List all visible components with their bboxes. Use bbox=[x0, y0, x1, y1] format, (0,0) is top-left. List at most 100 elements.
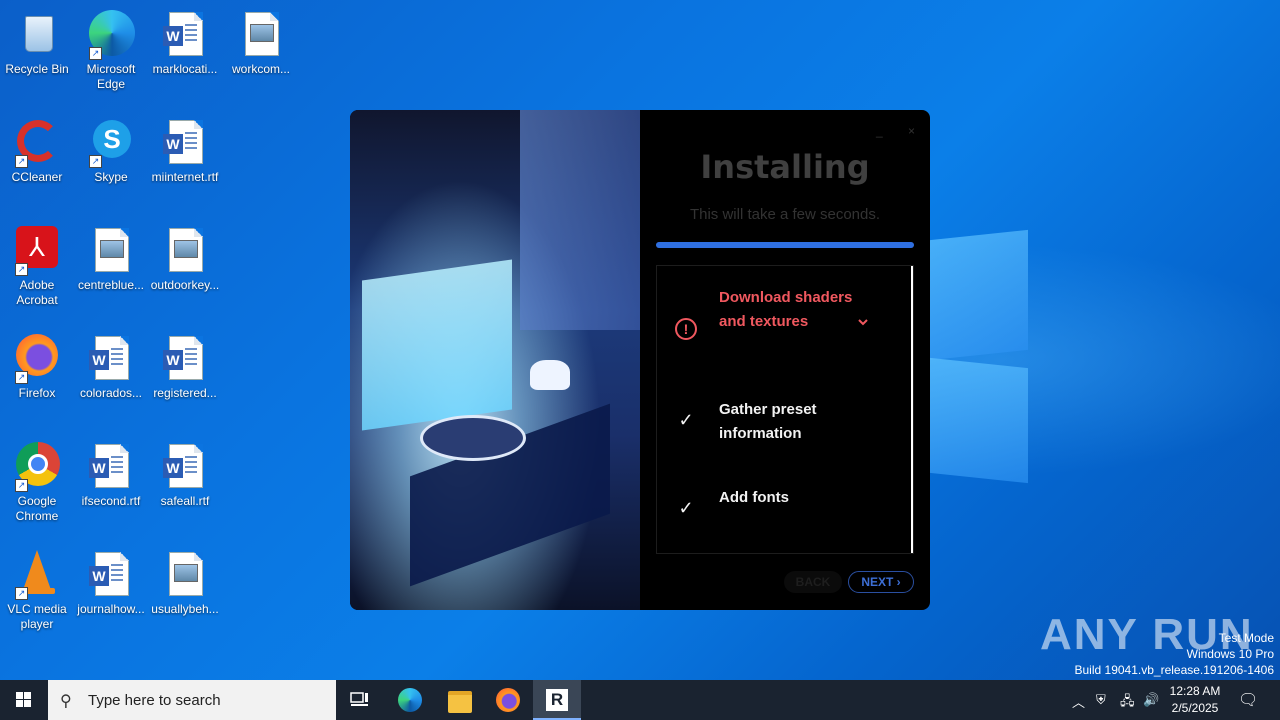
scroll-down-icon[interactable]: ▼ bbox=[912, 546, 914, 553]
progress-bar bbox=[656, 242, 914, 248]
desktop-icon-label: safeall.rtf bbox=[160, 494, 210, 508]
desktop-icon-label: miinternet.rtf bbox=[151, 170, 219, 184]
image-file-icon bbox=[161, 226, 209, 274]
desktop-icon-label: journalhow... bbox=[77, 602, 145, 616]
taskbar-installer-app[interactable]: R bbox=[533, 680, 581, 720]
desktop-icon-safeall[interactable]: W safeall.rtf bbox=[148, 442, 222, 509]
desktop-icon-edge[interactable]: ↗ Microsoft Edge bbox=[74, 10, 148, 92]
step-label: Download shaders and textures bbox=[719, 289, 853, 330]
desktop-icon-ccleaner[interactable]: ↗ CCleaner bbox=[0, 118, 74, 185]
ccleaner-icon: ↗ bbox=[13, 118, 61, 168]
desktop-icon-firefox[interactable]: ↗ Firefox bbox=[0, 334, 74, 401]
taskbar-edge[interactable] bbox=[386, 680, 434, 720]
edge-icon: ↗ bbox=[87, 10, 135, 60]
desktop-icon-label: Skype bbox=[94, 170, 128, 184]
desktop-icon-centreblue[interactable]: centreblue... bbox=[74, 226, 148, 293]
shortcut-arrow-icon: ↗ bbox=[89, 47, 102, 60]
shortcut-arrow-icon: ↗ bbox=[15, 263, 28, 276]
desktop-icon-label: Adobe Acrobat bbox=[16, 278, 58, 307]
chrome-icon: ↗ bbox=[13, 442, 61, 492]
firefox-icon: ↗ bbox=[13, 334, 61, 384]
security-tray-icon[interactable]: ⛨ bbox=[1096, 692, 1106, 708]
steps-scrollbar[interactable]: ▲ ▼ bbox=[911, 266, 914, 553]
edge-icon bbox=[398, 688, 422, 712]
image-file-icon bbox=[237, 10, 285, 58]
desktop-icon-skype[interactable]: S ↗ Skype bbox=[74, 118, 148, 185]
shortcut-arrow-icon: ↗ bbox=[15, 371, 28, 384]
scroll-up-icon[interactable]: ▲ bbox=[912, 266, 914, 273]
installer-title: Installing bbox=[700, 148, 870, 186]
word-document-icon: W bbox=[87, 334, 135, 382]
test-mode-line: Test Mode bbox=[1218, 631, 1274, 645]
next-button[interactable]: NEXT › bbox=[848, 571, 914, 593]
progress-fill bbox=[656, 242, 914, 248]
word-document-icon: W bbox=[161, 118, 209, 166]
desktop-icon-label: CCleaner bbox=[11, 170, 63, 184]
clock-time: 12:28 AM bbox=[1169, 684, 1221, 698]
word-document-icon: W bbox=[161, 334, 209, 382]
desktop-icon-label: colorados... bbox=[79, 386, 143, 400]
desktop-icon-usuallybeh[interactable]: usuallybeh... bbox=[148, 550, 222, 617]
desktop-icon-label: marklocati... bbox=[152, 62, 218, 76]
notification-icon[interactable]: 🗨 bbox=[1238, 690, 1258, 710]
installer-panel: _ × Installing This will take a few seco… bbox=[640, 110, 930, 610]
hero-kitchen-image bbox=[350, 110, 640, 610]
desktop-icon-workcom[interactable]: workcom... bbox=[224, 10, 298, 77]
installer-window: _ × Installing This will take a few seco… bbox=[350, 110, 930, 610]
volume-icon[interactable]: 🔊 bbox=[1143, 692, 1159, 708]
desktop-icon-ifsecond[interactable]: W ifsecond.rtf bbox=[74, 442, 148, 509]
step-add-fonts: ✓ Add fonts bbox=[657, 486, 897, 526]
taskbar-search-box[interactable]: ⚲ Type here to search bbox=[48, 680, 336, 720]
desktop-icon-marklocati[interactable]: W marklocati... bbox=[148, 10, 222, 77]
search-placeholder: Type here to search bbox=[88, 692, 221, 709]
network-icon[interactable]: 🖧 bbox=[1120, 692, 1135, 714]
desktop-icon-adobe-acrobat[interactable]: ⅄ ↗ Adobe Acrobat bbox=[0, 226, 74, 308]
taskbar-clock[interactable]: 12:28 AM 2/5/2025 bbox=[1162, 683, 1228, 717]
step-download-shaders[interactable]: ! Download shaders and textures bbox=[657, 286, 897, 376]
back-button[interactable]: BACK bbox=[784, 571, 842, 593]
desktop-icon-recycle-bin[interactable]: Recycle Bin bbox=[0, 10, 74, 77]
scroll-thumb[interactable] bbox=[913, 278, 914, 398]
desktop-icon-label: registered... bbox=[153, 386, 217, 400]
edition-line: Windows 10 Pro bbox=[1186, 647, 1274, 661]
firefox-icon bbox=[496, 688, 520, 712]
step-label: Gather preset information bbox=[719, 401, 817, 442]
chevron-down-icon[interactable] bbox=[857, 316, 869, 330]
task-view-button[interactable] bbox=[336, 680, 384, 720]
close-button[interactable]: × bbox=[908, 124, 915, 138]
desktop-icon-label: Recycle Bin bbox=[5, 62, 69, 76]
shortcut-arrow-icon: ↗ bbox=[15, 155, 28, 168]
step-gather-preset: ✓ Gather preset information bbox=[657, 398, 897, 458]
word-document-icon: W bbox=[161, 442, 209, 490]
taskbar-file-explorer[interactable] bbox=[436, 680, 484, 720]
desktop-icon-outdoorkey[interactable]: outdoorkey... bbox=[148, 226, 222, 293]
check-icon: ✓ bbox=[678, 410, 694, 430]
show-hidden-icons-chevron-icon[interactable]: ︿ bbox=[1072, 692, 1085, 711]
shortcut-arrow-icon: ↗ bbox=[89, 155, 102, 168]
start-button[interactable] bbox=[0, 680, 48, 720]
word-document-icon: W bbox=[87, 442, 135, 490]
vlc-cone-icon: ↗ bbox=[13, 550, 61, 600]
desktop-icon-label: ifsecond.rtf bbox=[81, 494, 141, 508]
error-icon: ! bbox=[675, 318, 697, 340]
installer-subtitle: This will take a few seconds. bbox=[689, 206, 881, 223]
desktop-icon-journalhow[interactable]: W journalhow... bbox=[74, 550, 148, 617]
taskbar-firefox[interactable] bbox=[484, 680, 532, 720]
desktop-icon-registered[interactable]: W registered... bbox=[148, 334, 222, 401]
minimize-button[interactable]: _ bbox=[876, 124, 883, 138]
recycle-bin-icon bbox=[13, 10, 61, 58]
desktop-icon-label: Microsoft Edge bbox=[86, 62, 136, 91]
task-view-icon bbox=[350, 692, 368, 706]
windows-logo-wallpaper bbox=[930, 229, 1030, 484]
desktop-icon-vlc[interactable]: ↗ VLC media player bbox=[0, 550, 74, 632]
acrobat-icon: ⅄ ↗ bbox=[13, 226, 61, 276]
windows-start-icon bbox=[16, 692, 32, 708]
desktop-icon-miinternet[interactable]: W miinternet.rtf bbox=[148, 118, 222, 185]
desktop-icon-label: outdoorkey... bbox=[150, 278, 220, 292]
desktop-icon-colorados[interactable]: W colorados... bbox=[74, 334, 148, 401]
desktop-icon-label: workcom... bbox=[231, 62, 290, 76]
desktop-icon-google-chrome[interactable]: ↗ Google Chrome bbox=[0, 442, 74, 524]
shortcut-arrow-icon: ↗ bbox=[15, 587, 28, 600]
desktop-icon-label: VLC media player bbox=[7, 602, 67, 631]
shortcut-arrow-icon: ↗ bbox=[15, 479, 28, 492]
